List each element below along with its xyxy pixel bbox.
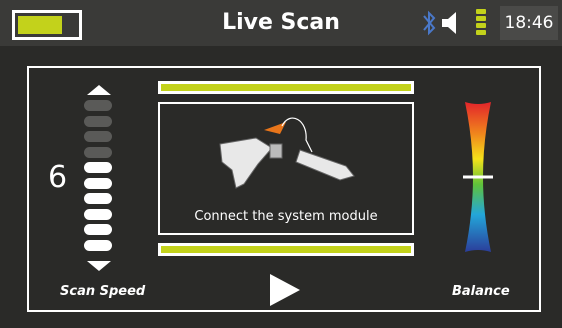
scan-speed-label: Scan Speed (60, 284, 146, 299)
speed-up-arrow-icon[interactable] (84, 84, 114, 96)
bluetooth-icon (423, 10, 436, 36)
balance-label: Balance (452, 284, 510, 299)
scan-speed-segment (84, 224, 112, 235)
top-progress-bar (158, 81, 414, 94)
top-bar: Live Scan 18:46 (0, 0, 562, 46)
system-module-illustration (219, 117, 355, 189)
speed-down-arrow-icon[interactable] (84, 260, 114, 272)
play-icon[interactable] (270, 274, 300, 306)
connect-module-message: Connect the system module (194, 209, 378, 224)
speaker-icon[interactable] (442, 12, 456, 34)
module-prompt-box: Connect the system module (158, 102, 414, 235)
scan-speed-value: 6 (48, 160, 68, 195)
signal-level-icon (476, 9, 486, 35)
scan-speed-segment (84, 239, 112, 251)
scan-speed-segment (84, 208, 112, 220)
scan-speed-segment (84, 146, 112, 158)
balance-thumb[interactable] (463, 175, 493, 179)
status-icons (423, 9, 486, 36)
bottom-progress-bar (158, 243, 414, 256)
scan-speed-slider[interactable] (84, 84, 114, 274)
scan-speed-segment (84, 115, 112, 127)
balance-slider[interactable] (463, 100, 493, 254)
scan-speed-segment (84, 100, 112, 111)
scan-speed-segment (84, 193, 112, 204)
scan-speed-segment (84, 177, 112, 189)
scan-speed-segment (84, 131, 112, 142)
scan-speed-segment (84, 162, 112, 173)
clock: 18:46 (500, 6, 558, 40)
